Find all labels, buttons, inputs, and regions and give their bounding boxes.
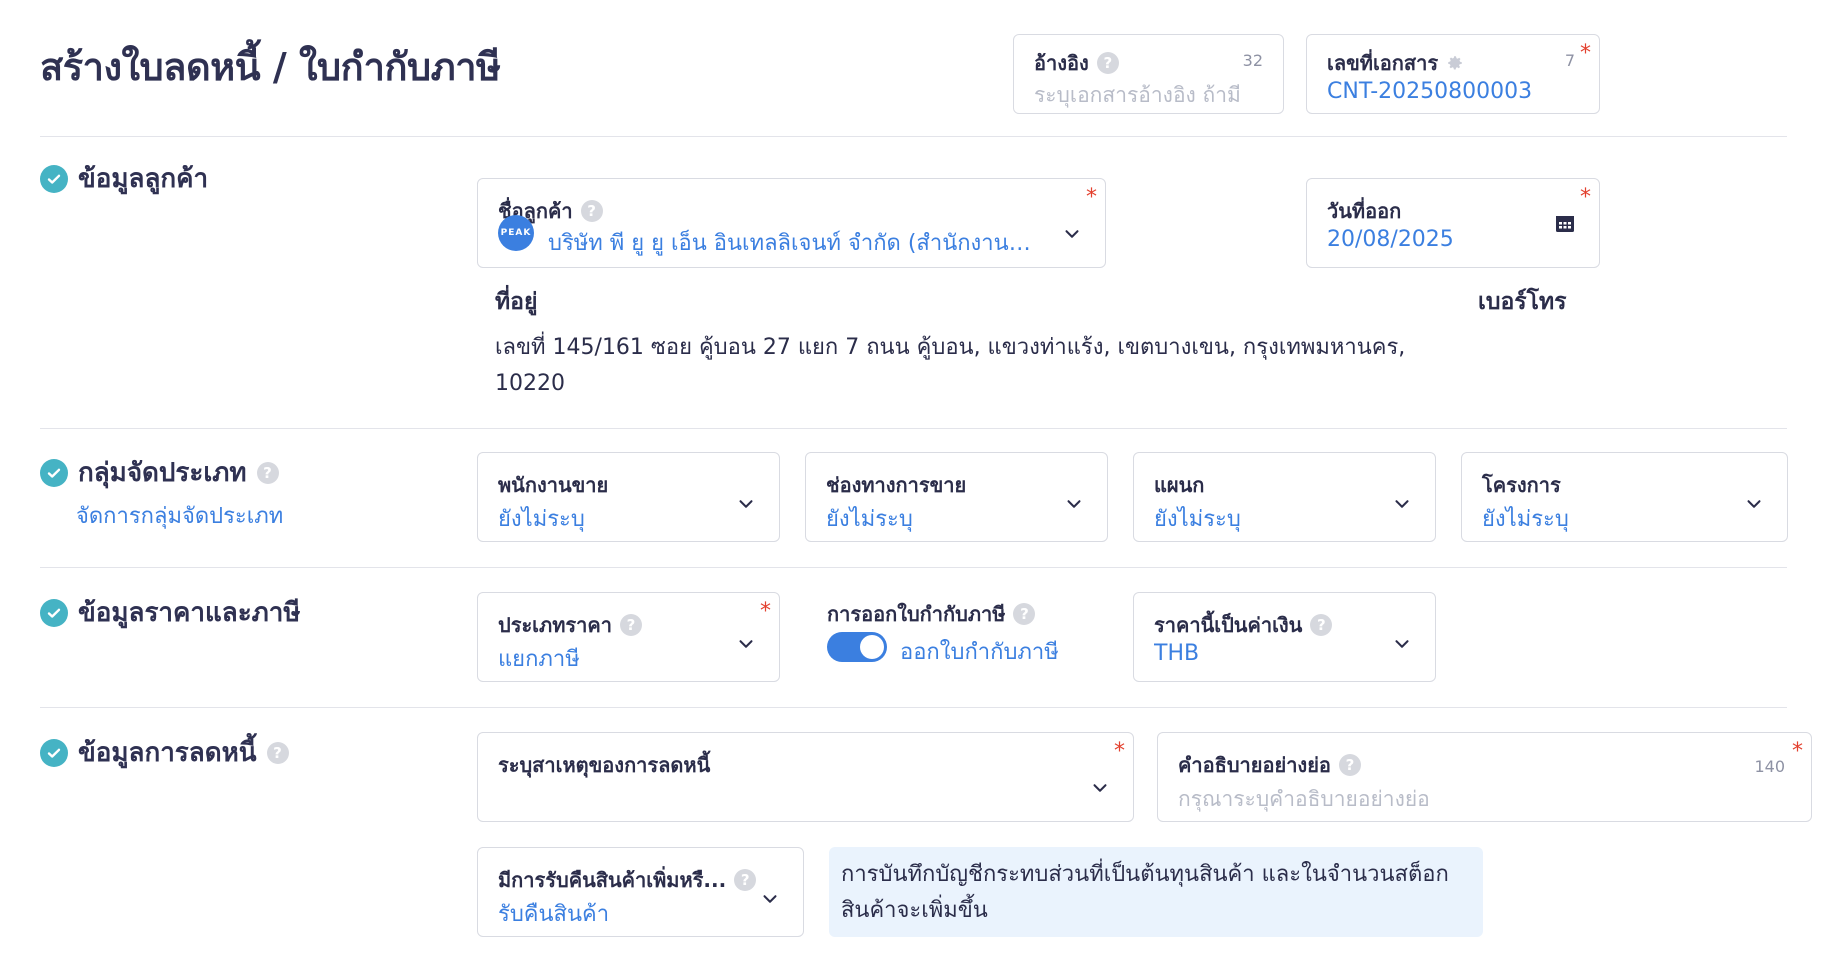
section-title: ข้อมูลราคาและภาษี <box>78 598 301 628</box>
required-mark: * <box>1580 41 1591 66</box>
price-type-value: แยกภาษี <box>498 647 580 672</box>
project-label: โครงการ <box>1482 473 1561 497</box>
check-circle-icon <box>40 738 68 767</box>
required-mark: * <box>1086 185 1097 210</box>
reason-select[interactable]: ระบุสาเหตุของการลดหนี้ * <box>477 732 1134 822</box>
return-goods-label: มีการรับคืนสินค้าเพิ่มหรื... <box>498 868 727 892</box>
check-circle-icon <box>40 458 68 487</box>
issue-date-field[interactable]: วันที่ออก * 20/08/2025 <box>1306 178 1600 268</box>
doc-number-label: เลขที่เอกสาร <box>1327 51 1439 75</box>
doc-number-value[interactable]: CNT-20250800003 <box>1327 79 1532 104</box>
check-circle-icon <box>40 164 68 193</box>
chevron-down-icon[interactable] <box>1089 777 1111 799</box>
divider <box>40 428 1787 429</box>
channel-value: ยังไม่ระบุ <box>826 507 913 532</box>
required-mark: * <box>1114 739 1125 764</box>
divider <box>40 567 1787 568</box>
page-title: สร้างใบลดหนี้ / ใบกำกับภาษี <box>40 45 501 89</box>
help-icon[interactable]: ? <box>580 200 603 222</box>
doc-number-counter: 7 <box>1564 51 1575 70</box>
section-title: ข้อมูลลูกค้า <box>78 164 209 194</box>
required-mark: * <box>760 599 771 624</box>
chevron-down-icon[interactable] <box>1391 493 1413 515</box>
calendar-icon[interactable] <box>1555 213 1575 233</box>
phone-label: เบอร์โทร <box>1478 289 1567 315</box>
help-icon[interactable]: ? <box>266 741 289 764</box>
help-icon[interactable]: ? <box>256 461 279 484</box>
address-line-1: เลขที่ 145/161 ซอย คู้บอน 27 แยก 7 ถนน ค… <box>495 335 1406 360</box>
section-title: กลุ่มจัดประเภท <box>78 458 247 488</box>
chevron-down-icon[interactable] <box>1391 633 1413 655</box>
required-mark: * <box>1580 185 1591 210</box>
help-icon[interactable]: ? <box>734 869 757 891</box>
project-value: ยังไม่ระบุ <box>1482 507 1569 532</box>
customer-avatar: PEAK <box>498 215 534 251</box>
help-icon[interactable]: ? <box>619 614 642 636</box>
tax-invoice-toggle[interactable] <box>827 632 887 662</box>
return-goods-value: รับคืนสินค้า <box>498 902 610 927</box>
help-icon[interactable]: ? <box>1310 614 1333 636</box>
chevron-down-icon[interactable] <box>1743 493 1765 515</box>
required-mark: * <box>1792 739 1803 764</box>
help-icon[interactable]: ? <box>1338 754 1361 776</box>
section-category: กลุ่มจัดประเภท ? <box>40 452 279 493</box>
manage-categories-link[interactable]: จัดการกลุ่มจัดประเภท <box>76 498 283 533</box>
chevron-down-icon[interactable] <box>735 493 757 515</box>
divider <box>40 136 1787 137</box>
price-type-label: ประเภทราคา <box>498 613 612 637</box>
section-price-tax: ข้อมูลราคาและภาษี <box>40 592 301 633</box>
channel-select[interactable]: ช่องทางการขาย ยังไม่ระบุ <box>805 452 1108 542</box>
salesperson-value: ยังไม่ระบุ <box>498 507 585 532</box>
doc-number-field[interactable]: เลขที่เอกสาร 7 * CNT-20250800003 <box>1306 34 1600 114</box>
description-label: คำอธิบายอย่างย่อ <box>1178 753 1331 777</box>
address-label: ที่อยู่ <box>495 289 538 315</box>
address-line-2: 10220 <box>495 371 565 396</box>
department-value: ยังไม่ระบุ <box>1154 507 1241 532</box>
channel-label: ช่องทางการขาย <box>826 473 967 497</box>
description-field[interactable]: คำอธิบายอย่างย่อ ? 140 * กรุณาระบุคำอธิบ… <box>1157 732 1812 822</box>
chevron-down-icon[interactable] <box>759 888 781 910</box>
description-counter: 140 <box>1754 757 1785 776</box>
chevron-down-icon[interactable] <box>1061 223 1083 245</box>
department-select[interactable]: แผนก ยังไม่ระบุ <box>1133 452 1436 542</box>
project-select[interactable]: โครงการ ยังไม่ระบุ <box>1461 452 1788 542</box>
reference-field[interactable]: อ้างอิง ? 32 ระบุเอกสารอ้างอิง ถ้ามี <box>1013 34 1284 114</box>
section-title: ข้อมูลการลดหนี้ <box>78 738 257 768</box>
description-input[interactable]: กรุณาระบุคำอธิบายอย่างย่อ <box>1178 783 1430 816</box>
customer-value: บริษัท พี ยู ยู เอ็น อินเทลลิเจนท์ จำกัด… <box>548 231 1038 256</box>
info-line-2: สินค้าจะเพิ่มขึ้น <box>841 898 988 923</box>
currency-select[interactable]: ราคานี้เป็นค่าเงิน ? THB <box>1133 592 1436 682</box>
issue-date-value[interactable]: 20/08/2025 <box>1327 227 1454 252</box>
tax-invoice-label: การออกใบกำกับภาษี <box>827 602 1006 626</box>
help-icon[interactable]: ? <box>1013 603 1036 625</box>
currency-value: THB <box>1154 641 1200 666</box>
price-type-select[interactable]: ประเภทราคา ? * แยกภาษี <box>477 592 780 682</box>
reference-input[interactable]: ระบุเอกสารอ้างอิง ถ้ามี <box>1034 79 1241 112</box>
chevron-down-icon[interactable] <box>1063 493 1085 515</box>
section-customer: ข้อมูลลูกค้า <box>40 158 208 199</box>
department-label: แผนก <box>1154 473 1205 497</box>
issue-date-label: วันที่ออก <box>1327 199 1402 223</box>
divider <box>40 707 1787 708</box>
reference-label: อ้างอิง <box>1034 51 1089 75</box>
salesperson-label: พนักงานขาย <box>498 473 609 497</box>
reason-label: ระบุสาเหตุของการลดหนี้ <box>498 753 711 777</box>
section-debit-note: ข้อมูลการลดหนี้ ? <box>40 732 289 773</box>
salesperson-select[interactable]: พนักงานขาย ยังไม่ระบุ <box>477 452 780 542</box>
help-icon[interactable]: ? <box>1096 52 1119 74</box>
tax-invoice-toggle-label[interactable]: ออกใบกำกับภาษี <box>900 634 1059 669</box>
return-goods-select[interactable]: มีการรับคืนสินค้าเพิ่มหรื... ? รับคืนสิน… <box>477 847 804 937</box>
currency-label: ราคานี้เป็นค่าเงิน <box>1154 613 1303 637</box>
tax-invoice-label-row: การออกใบกำกับภาษี ? <box>827 598 1036 630</box>
accounting-info-box: การบันทึกบัญชีกระทบส่วนที่เป็นต้นทุนสินค… <box>829 847 1483 937</box>
gear-icon[interactable] <box>1446 54 1464 72</box>
reference-counter: 32 <box>1242 51 1263 70</box>
check-circle-icon <box>40 598 68 627</box>
chevron-down-icon[interactable] <box>735 633 757 655</box>
address-text: เลขที่ 145/161 ซอย คู้บอน 27 แยก 7 ถนน ค… <box>495 330 1455 402</box>
customer-select[interactable]: ชื่อลูกค้า ? * PEAK บริษัท พี ยู ยู เอ็น… <box>477 178 1106 268</box>
info-line-1: การบันทึกบัญชีกระทบส่วนที่เป็นต้นทุนสินค… <box>841 862 1449 887</box>
